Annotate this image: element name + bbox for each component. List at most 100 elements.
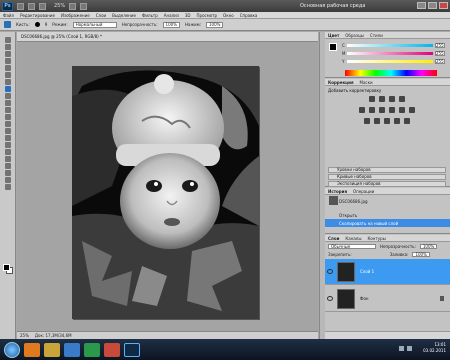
image-canvas[interactable] bbox=[72, 66, 259, 319]
shape-tool-icon[interactable] bbox=[4, 156, 11, 162]
tab-history[interactable]: История bbox=[328, 189, 347, 194]
opera-icon[interactable] bbox=[104, 342, 120, 357]
media-player-icon[interactable] bbox=[64, 342, 80, 357]
menu-analysis[interactable]: Анализ bbox=[164, 13, 179, 18]
menu-edit[interactable]: Редактирование bbox=[20, 13, 55, 18]
tab-adjustments[interactable]: Коррекция bbox=[328, 80, 354, 85]
color-spectrum[interactable] bbox=[345, 70, 437, 76]
path-select-tool-icon[interactable] bbox=[4, 149, 11, 155]
layer-name[interactable]: Фон bbox=[360, 296, 369, 301]
menu-3d[interactable]: 3D bbox=[185, 13, 191, 18]
start-button[interactable] bbox=[4, 341, 20, 358]
eye-icon[interactable] bbox=[327, 269, 333, 274]
healing-tool-icon[interactable] bbox=[4, 79, 11, 85]
zoom-tool-icon[interactable] bbox=[4, 184, 11, 190]
selective-color-icon[interactable] bbox=[404, 118, 410, 124]
tab-channels[interactable]: Каналы bbox=[345, 236, 361, 241]
history-snapshot[interactable]: DSC06686.jpg bbox=[325, 197, 450, 205]
posterize-icon[interactable] bbox=[374, 118, 380, 124]
cyan-value[interactable]: 255 bbox=[435, 43, 445, 48]
clone-stamp-tool-icon[interactable] bbox=[4, 93, 11, 99]
history-item-copy-layer[interactable]: Скопировать на новый слой bbox=[325, 219, 450, 227]
quick-select-tool-icon[interactable] bbox=[4, 58, 11, 64]
hue-saturation-icon[interactable] bbox=[369, 107, 375, 113]
tab-layers[interactable]: Слои bbox=[328, 236, 339, 241]
color-balance-icon[interactable] bbox=[379, 107, 385, 113]
gradient-tool-icon[interactable] bbox=[4, 114, 11, 120]
magenta-value[interactable]: 255 bbox=[435, 51, 445, 56]
exposure-icon[interactable] bbox=[399, 96, 405, 102]
photo-filter-icon[interactable] bbox=[399, 107, 405, 113]
pressure-field[interactable]: 100% bbox=[206, 21, 224, 28]
color-fg-preview[interactable] bbox=[329, 43, 337, 51]
crop-tool-icon[interactable] bbox=[4, 65, 11, 71]
menu-file[interactable]: Файл bbox=[3, 13, 14, 18]
menu-view[interactable]: Просмотр bbox=[197, 13, 218, 18]
blur-tool-icon[interactable] bbox=[4, 121, 11, 127]
history-item-open[interactable]: Открыть bbox=[325, 211, 450, 219]
yellow-slider[interactable] bbox=[347, 60, 433, 63]
preset-levels[interactable]: Уровни наборов bbox=[328, 167, 446, 173]
firefox-icon[interactable] bbox=[24, 342, 40, 357]
volume-icon[interactable] bbox=[407, 346, 412, 351]
channel-mixer-icon[interactable] bbox=[409, 107, 415, 113]
history-brush-tool-icon[interactable] bbox=[4, 100, 11, 106]
brush-tool-icon[interactable] bbox=[4, 86, 11, 92]
eyedropper-tool-icon[interactable] bbox=[4, 72, 11, 78]
marquee-tool-icon[interactable] bbox=[4, 44, 11, 50]
menu-window[interactable]: Окно bbox=[223, 13, 234, 18]
zoom-level[interactable]: 25% bbox=[54, 3, 65, 9]
foreground-color-swatch[interactable] bbox=[3, 264, 10, 271]
curves-icon[interactable] bbox=[389, 96, 395, 102]
mode-select[interactable]: Нормальный bbox=[72, 21, 117, 28]
invert-icon[interactable] bbox=[364, 118, 370, 124]
layer-thumbnail[interactable] bbox=[337, 261, 355, 282]
3d-rotate-tool-icon[interactable] bbox=[4, 163, 11, 169]
tab-styles[interactable]: Стили bbox=[370, 33, 383, 38]
preset-exposure[interactable]: Экспозиция наборов bbox=[328, 181, 446, 187]
hand-tool-icon-box[interactable] bbox=[4, 177, 11, 183]
menu-select[interactable]: Выделение bbox=[112, 13, 136, 18]
document-tab[interactable]: DSC06686.jpg @ 25% (Слой 1, RGB/8) * bbox=[17, 32, 318, 42]
app-icon[interactable] bbox=[84, 342, 100, 357]
photoshop-taskbar-icon[interactable] bbox=[124, 342, 140, 357]
fill-field[interactable]: 100% bbox=[412, 252, 430, 257]
threshold-icon[interactable] bbox=[384, 118, 390, 124]
tab-paths[interactable]: Контуры bbox=[368, 236, 386, 241]
preset-curves[interactable]: Кривые наборов bbox=[328, 174, 446, 180]
explorer-icon[interactable] bbox=[44, 342, 60, 357]
clock[interactable]: 13:01 03.02.2011 bbox=[423, 342, 446, 354]
brush-preset-icon[interactable] bbox=[4, 21, 11, 28]
magenta-slider[interactable] bbox=[347, 52, 433, 55]
view-extras-icon[interactable] bbox=[28, 2, 35, 10]
dodge-tool-icon[interactable] bbox=[4, 128, 11, 134]
hand-tool-icon[interactable] bbox=[39, 2, 46, 10]
menu-help[interactable]: Справка bbox=[240, 13, 258, 18]
menu-layer[interactable]: Слои bbox=[96, 13, 106, 18]
status-zoom[interactable]: 25% bbox=[20, 333, 29, 338]
tab-actions[interactable]: Операции bbox=[353, 189, 374, 194]
move-tool-icon[interactable] bbox=[4, 37, 11, 43]
cyan-slider[interactable] bbox=[347, 44, 433, 47]
layer-opacity-field[interactable]: 100% bbox=[419, 244, 438, 249]
screen-mode-icon[interactable] bbox=[80, 2, 88, 10]
type-tool-icon[interactable] bbox=[4, 142, 11, 148]
brush-tip-icon[interactable] bbox=[34, 22, 40, 27]
opacity-field[interactable]: 100% bbox=[162, 21, 180, 28]
blend-mode-select[interactable]: Обычные bbox=[328, 244, 376, 249]
launch-bridge-icon[interactable] bbox=[17, 2, 24, 10]
brightness-icon[interactable] bbox=[369, 96, 375, 102]
menu-filter[interactable]: Фильтр bbox=[142, 13, 158, 18]
layer-row-background[interactable]: Фон bbox=[325, 286, 450, 312]
workspace-switcher[interactable]: Основная рабочая среда bbox=[300, 2, 368, 10]
tab-masks[interactable]: Маски bbox=[360, 80, 373, 85]
menu-image[interactable]: Изображение bbox=[61, 13, 90, 18]
pen-tool-icon[interactable] bbox=[4, 135, 11, 141]
3d-camera-tool-icon[interactable] bbox=[4, 170, 11, 176]
yellow-value[interactable]: 255 bbox=[435, 59, 445, 64]
gradient-map-icon[interactable] bbox=[394, 118, 400, 124]
levels-icon[interactable] bbox=[379, 96, 385, 102]
lasso-tool-icon[interactable] bbox=[4, 51, 11, 57]
eye-icon[interactable] bbox=[327, 296, 333, 301]
maximize-button[interactable] bbox=[428, 2, 437, 9]
